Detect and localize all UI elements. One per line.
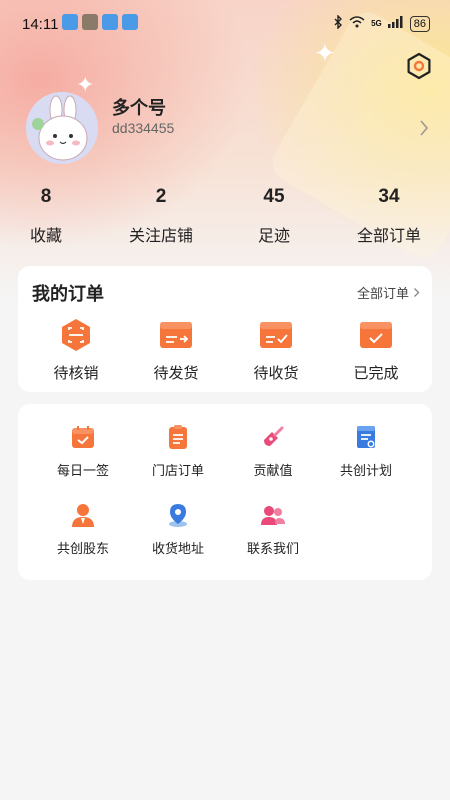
settings-hex-icon <box>407 52 431 80</box>
status-time: 14:11 <box>22 16 59 33</box>
chevron-right-icon[interactable] <box>418 118 430 138</box>
tool-label: 贡献值 <box>253 463 293 478</box>
app-notification-icon <box>122 14 138 30</box>
notification-icons <box>62 14 138 30</box>
tool-shipping-address[interactable]: 收货地址 <box>128 502 228 557</box>
tool-label: 每日一签 <box>56 463 109 478</box>
completed-box-icon <box>360 322 392 348</box>
status-bar: 14:11 5G 86 <box>0 0 450 48</box>
stat-footprints[interactable]: 45 足迹 <box>219 186 329 246</box>
stat-favorites[interactable]: 8 收藏 <box>0 186 101 246</box>
stat-value: 2 <box>155 186 167 207</box>
stat-label: 足迹 <box>257 228 290 245</box>
stat-value: 8 <box>40 186 52 207</box>
tool-store-orders[interactable]: 门店订单 <box>128 424 228 479</box>
signal-icon <box>387 16 404 31</box>
tool-label: 门店订单 <box>151 463 204 478</box>
ship-box-icon <box>160 322 192 348</box>
profile-name[interactable]: 多个号 <box>112 94 166 120</box>
tool-contact-us[interactable]: 联系我们 <box>223 502 323 557</box>
tool-label: 共创计划 <box>339 463 392 478</box>
tool-contribution[interactable]: 贡献值 <box>223 424 323 479</box>
receive-box-icon <box>260 322 292 348</box>
stats-row: 8 收藏 2 关注店铺 45 足迹 34 全部订单 <box>0 186 450 246</box>
wifi-icon <box>349 16 365 31</box>
stat-label: 收藏 <box>29 228 62 245</box>
stat-value: 34 <box>378 186 400 207</box>
person-tie-icon <box>72 504 94 527</box>
clipboard-list-icon <box>169 425 187 449</box>
order-label: 待收货 <box>253 365 299 382</box>
tool-label: 联系我们 <box>246 541 299 556</box>
tool-label: 收货地址 <box>151 541 204 556</box>
stat-followed-stores[interactable]: 2 关注店铺 <box>106 186 216 246</box>
profile-id: dd334455 <box>112 120 175 136</box>
tool-daily-checkin[interactable]: 每日一签 <box>33 424 133 479</box>
bluetooth-icon <box>333 14 343 32</box>
orders-card: 我的订单 全部订单 待核销 待发货 待收货 已完成 <box>18 266 432 392</box>
all-orders-link[interactable]: 全部订单 <box>357 283 420 302</box>
stat-all-orders[interactable]: 34 全部订单 <box>334 186 444 246</box>
scan-code-icon <box>62 319 90 351</box>
app-notification-icon <box>62 14 78 30</box>
settings-button[interactable] <box>405 52 433 80</box>
order-to-ship[interactable]: 待发货 <box>126 318 226 383</box>
order-label: 待发货 <box>153 365 199 382</box>
system-icons: 5G 86 <box>333 14 430 32</box>
location-pin-icon <box>169 504 187 527</box>
chevron-right-icon <box>414 288 420 297</box>
app-notification-icon <box>102 14 118 30</box>
battery-indicator: 86 <box>409 15 430 32</box>
tool-co-creation-plan[interactable]: 共创计划 <box>316 424 416 479</box>
stat-value: 45 <box>263 186 285 207</box>
stat-label: 关注店铺 <box>128 228 193 245</box>
bunny-avatar-icon <box>26 92 98 164</box>
shovel-icon <box>264 426 284 446</box>
orders-title: 我的订单 <box>32 284 104 304</box>
document-icon <box>357 426 375 448</box>
sparkle-icon: ✦ <box>76 72 95 97</box>
order-label: 已完成 <box>353 365 399 382</box>
tool-label: 共创股东 <box>56 541 109 556</box>
order-to-verify[interactable]: 待核销 <box>26 318 126 383</box>
stat-label: 全部订单 <box>356 228 421 245</box>
tool-co-shareholder[interactable]: 共创股东 <box>33 502 133 557</box>
order-label: 待核销 <box>53 365 99 382</box>
order-to-receive[interactable]: 待收货 <box>226 318 326 383</box>
order-completed[interactable]: 已完成 <box>326 318 426 383</box>
users-icon <box>261 506 285 525</box>
app-notification-icon <box>82 14 98 30</box>
tools-card: 每日一签 门店订单 贡献值 共创计划 共创股东 收货地址 联系我们 <box>18 404 432 580</box>
calendar-check-icon <box>72 426 94 448</box>
avatar[interactable] <box>26 92 98 164</box>
all-orders-label: 全部订单 <box>356 286 409 301</box>
network-type: 5G <box>371 19 382 28</box>
